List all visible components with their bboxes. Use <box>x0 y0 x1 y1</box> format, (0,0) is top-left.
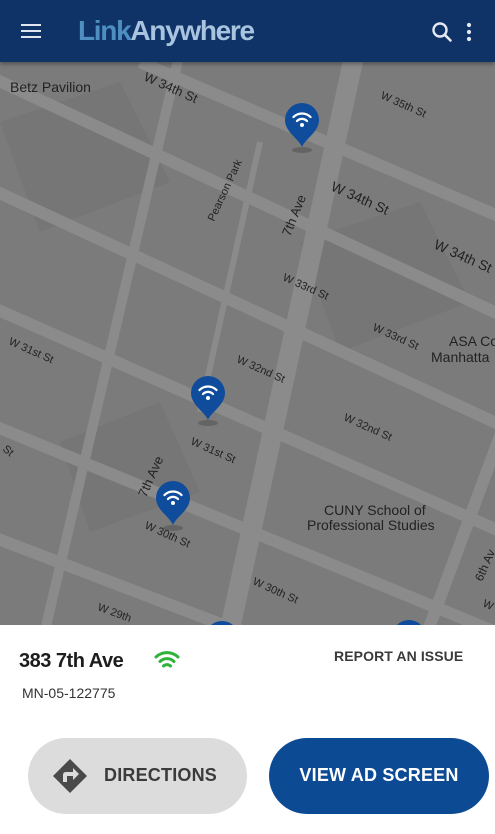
map-view[interactable]: Betz Pavilion W 34th St W 35th St Pearso… <box>0 62 495 628</box>
kiosk-address: 383 7th Ave <box>19 650 124 672</box>
place-label: Professional Studies <box>307 517 435 533</box>
logo-text-anywhere: Anywhere <box>130 15 255 46</box>
logo-text-link: Link <box>78 15 132 46</box>
directions-icon <box>52 758 88 794</box>
kiosk-id: MN-05-122775 <box>22 685 116 701</box>
app-logo: LinkAnywhere <box>78 14 255 48</box>
app-bar: LinkAnywhere <box>0 0 495 62</box>
view-ad-screen-label: VIEW AD SCREEN <box>299 765 459 785</box>
map-canvas: Betz Pavilion W 34th St W 35th St Pearso… <box>0 62 495 628</box>
kiosk-detail-sheet: 383 7th Ave MN-05-122775 REPORT AN ISSUE… <box>0 625 495 834</box>
link-anywhere-app: LinkAnywhere Betz Pavilion W 34th St W 3… <box>0 0 495 834</box>
report-issue-button[interactable]: REPORT AN ISSUE <box>334 648 463 664</box>
place-label: CUNY School of <box>324 502 426 518</box>
view-ad-screen-button[interactable]: VIEW AD SCREEN <box>269 738 489 814</box>
directions-button[interactable]: DIRECTIONS <box>28 738 247 814</box>
place-label: ASA Co <box>449 333 495 349</box>
wifi-signal-icon <box>154 650 180 672</box>
search-icon[interactable] <box>430 20 454 44</box>
directions-label: DIRECTIONS <box>104 765 218 785</box>
hamburger-menu-icon[interactable] <box>14 17 48 45</box>
place-label: Betz Pavilion <box>10 79 91 95</box>
more-vert-icon[interactable] <box>460 20 478 44</box>
place-label: Manhatta <box>431 349 490 365</box>
